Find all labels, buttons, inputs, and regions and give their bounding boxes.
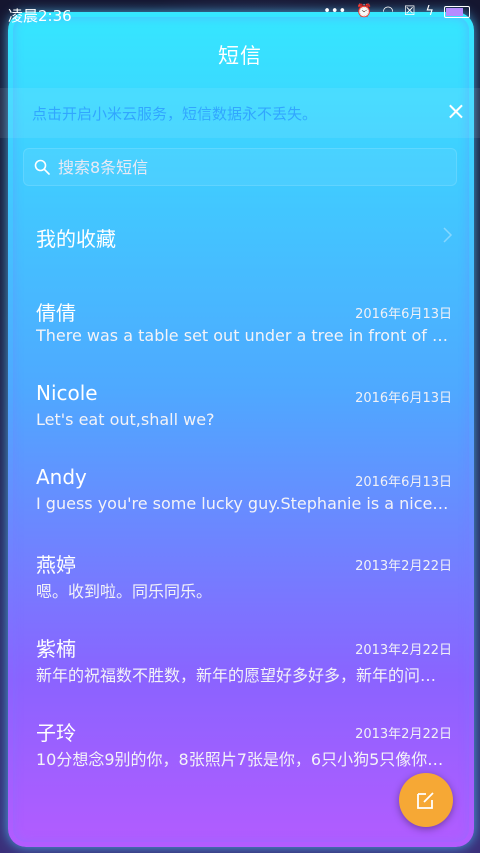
message-row[interactable]: 紫楠 2013年2月22日 新年的祝福数不胜数，新年的愿望好多好多，新年的问候永… xyxy=(0,633,480,709)
battery-icon xyxy=(444,5,470,18)
contact-name: 燕婷 xyxy=(36,553,76,577)
message-date: 2013年2月22日 xyxy=(355,727,452,742)
contact-name: 紫楠 xyxy=(36,637,76,661)
favorites-row[interactable]: 我的收藏 xyxy=(0,216,480,256)
message-date: 2013年2月22日 xyxy=(355,559,452,574)
contact-name: Andy xyxy=(36,465,87,489)
message-date: 2016年6月13日 xyxy=(355,475,452,490)
status-time: 凌晨2:36 xyxy=(8,7,72,25)
message-preview: 10分想念9别的你，8张照片7张是你，6只小狗5只像你，4面墙壁 xyxy=(36,750,452,769)
message-date: 2016年6月13日 xyxy=(355,391,452,406)
close-icon[interactable]: × xyxy=(446,97,466,125)
message-preview: 新年的祝福数不胜数，新年的愿望好多好多，新年的问候永远不变 xyxy=(36,666,452,685)
contact-name: 倩倩 xyxy=(36,301,76,325)
favorites-label: 我的收藏 xyxy=(36,227,116,251)
wifi-icon: ◠ xyxy=(382,4,394,19)
page-title: 短信 xyxy=(218,44,262,68)
charging-icon: ϟ xyxy=(425,4,434,19)
sim-off-icon: ☒ xyxy=(403,4,416,19)
compose-icon xyxy=(417,792,434,809)
message-preview: Let's eat out,shall we? xyxy=(36,410,215,429)
message-row[interactable]: 倩倩 2016年6月13日 There was a table set out … xyxy=(0,297,480,373)
message-preview: 嗯。收到啦。同乐同乐。 xyxy=(36,582,213,601)
search-box[interactable] xyxy=(23,148,457,186)
chevron-right-icon xyxy=(443,227,453,243)
search-input[interactable] xyxy=(56,156,456,178)
status-bar: 凌晨2:36 ••• ⏰ ◠ ☒ ϟ xyxy=(0,0,480,28)
message-date: 2016年6月13日 xyxy=(355,307,452,322)
message-row[interactable]: Nicole 2016年6月13日 Let's eat out,shall we… xyxy=(0,381,480,457)
cloud-service-banner[interactable]: 点击开启小米云服务，短信数据永不丢失。 × xyxy=(0,88,480,138)
more-dots-icon: ••• xyxy=(323,4,347,19)
alarm-icon: ⏰ xyxy=(356,4,373,19)
search-icon xyxy=(34,159,50,175)
contact-name: 子玲 xyxy=(36,721,76,745)
message-date: 2013年2月22日 xyxy=(355,643,452,658)
compose-button[interactable] xyxy=(399,773,453,827)
contact-name: Nicole xyxy=(36,381,98,405)
message-preview: There was a table set out under a tree i… xyxy=(36,326,452,345)
message-preview: I guess you're some lucky guy.Stephanie … xyxy=(36,494,452,513)
message-row[interactable]: Andy 2016年6月13日 I guess you're some luck… xyxy=(0,465,480,541)
status-icons: ••• ⏰ ◠ ☒ ϟ xyxy=(323,4,470,19)
message-row[interactable]: 燕婷 2013年2月22日 嗯。收到啦。同乐同乐。 xyxy=(0,549,480,625)
banner-text[interactable]: 点击开启小米云服务，短信数据永不丢失。 xyxy=(32,103,317,124)
